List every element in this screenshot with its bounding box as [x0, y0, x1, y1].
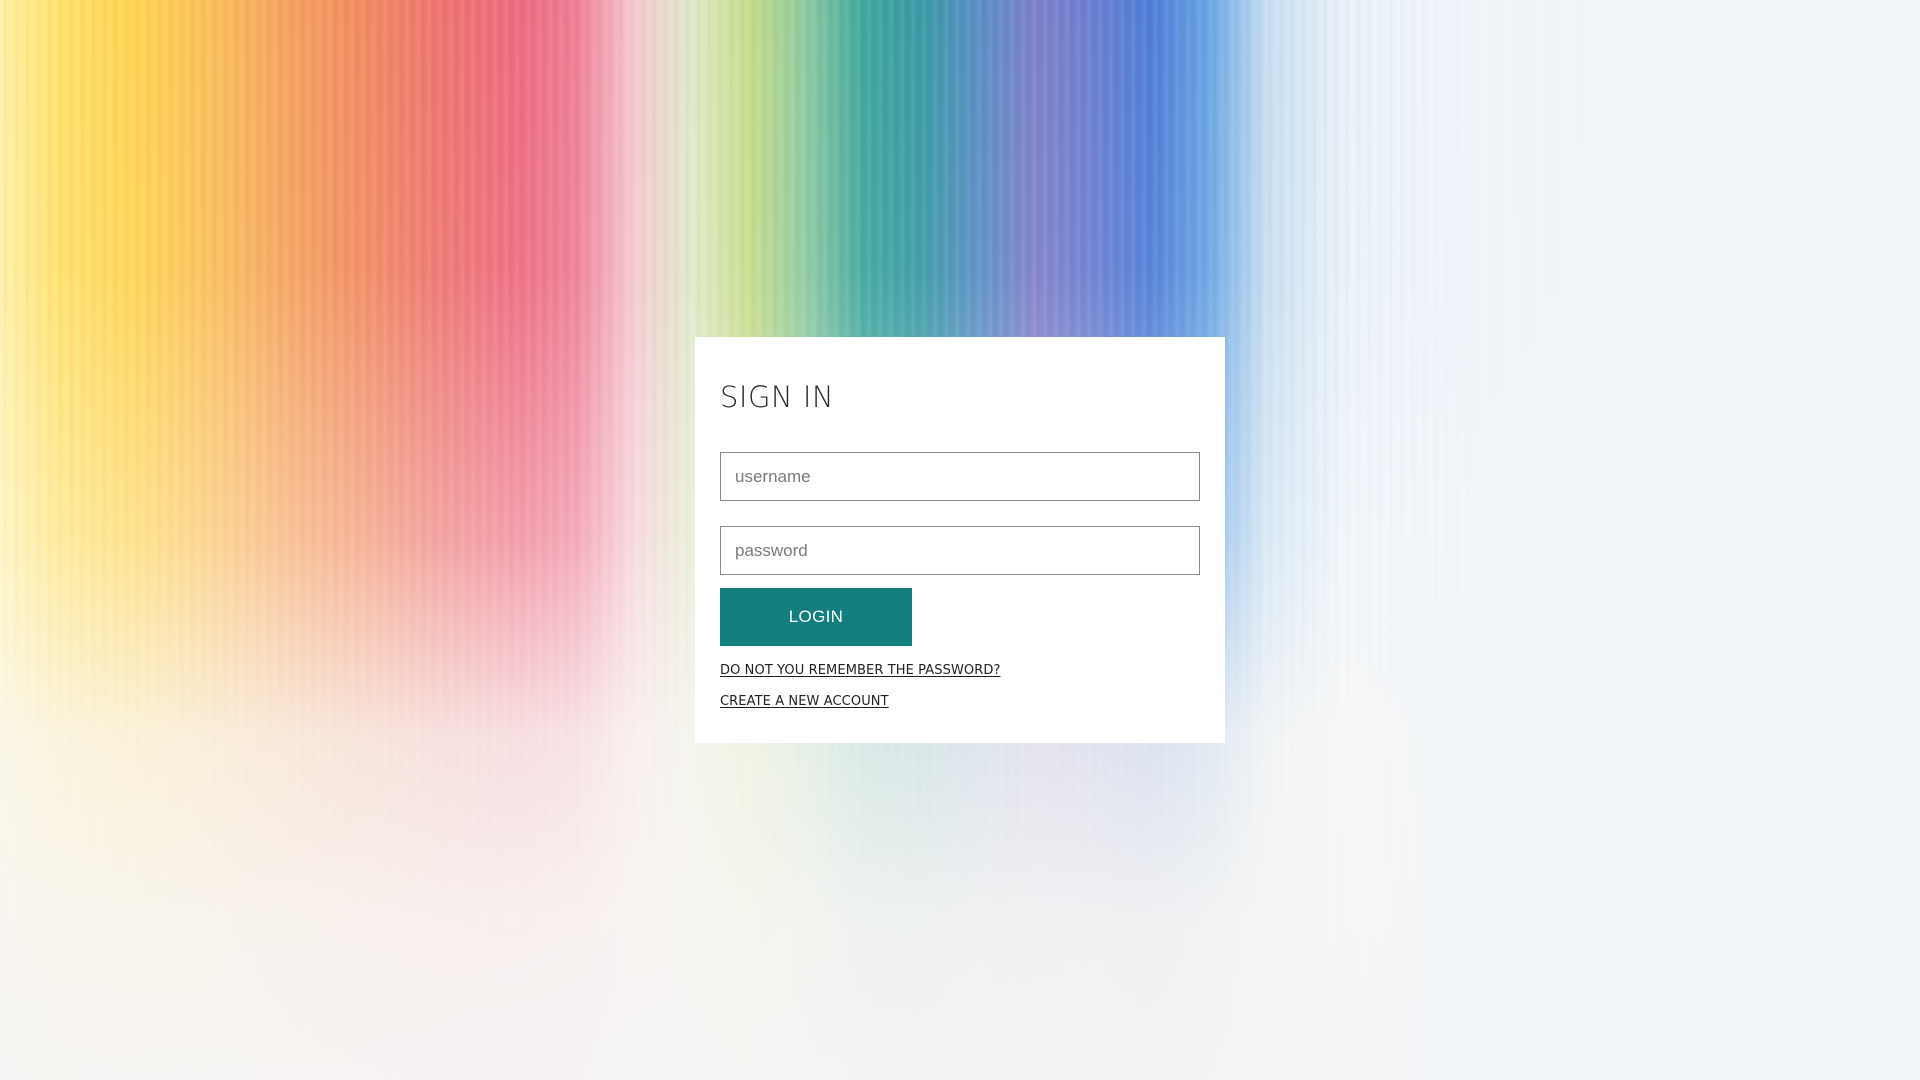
login-button[interactable]: LOGIN: [720, 588, 912, 646]
password-input[interactable]: [720, 526, 1200, 575]
page-title: SIGN IN: [720, 380, 835, 414]
background-right-wash: [1340, 0, 1920, 1080]
forgot-password-link[interactable]: DO NOT YOU REMEMBER THE PASSWORD?: [720, 663, 1001, 678]
login-card: SIGN IN LOGIN DO NOT YOU REMEMBER THE PA…: [695, 337, 1225, 743]
username-input[interactable]: [720, 452, 1200, 501]
create-account-link[interactable]: CREATE A NEW ACCOUNT: [720, 694, 889, 709]
